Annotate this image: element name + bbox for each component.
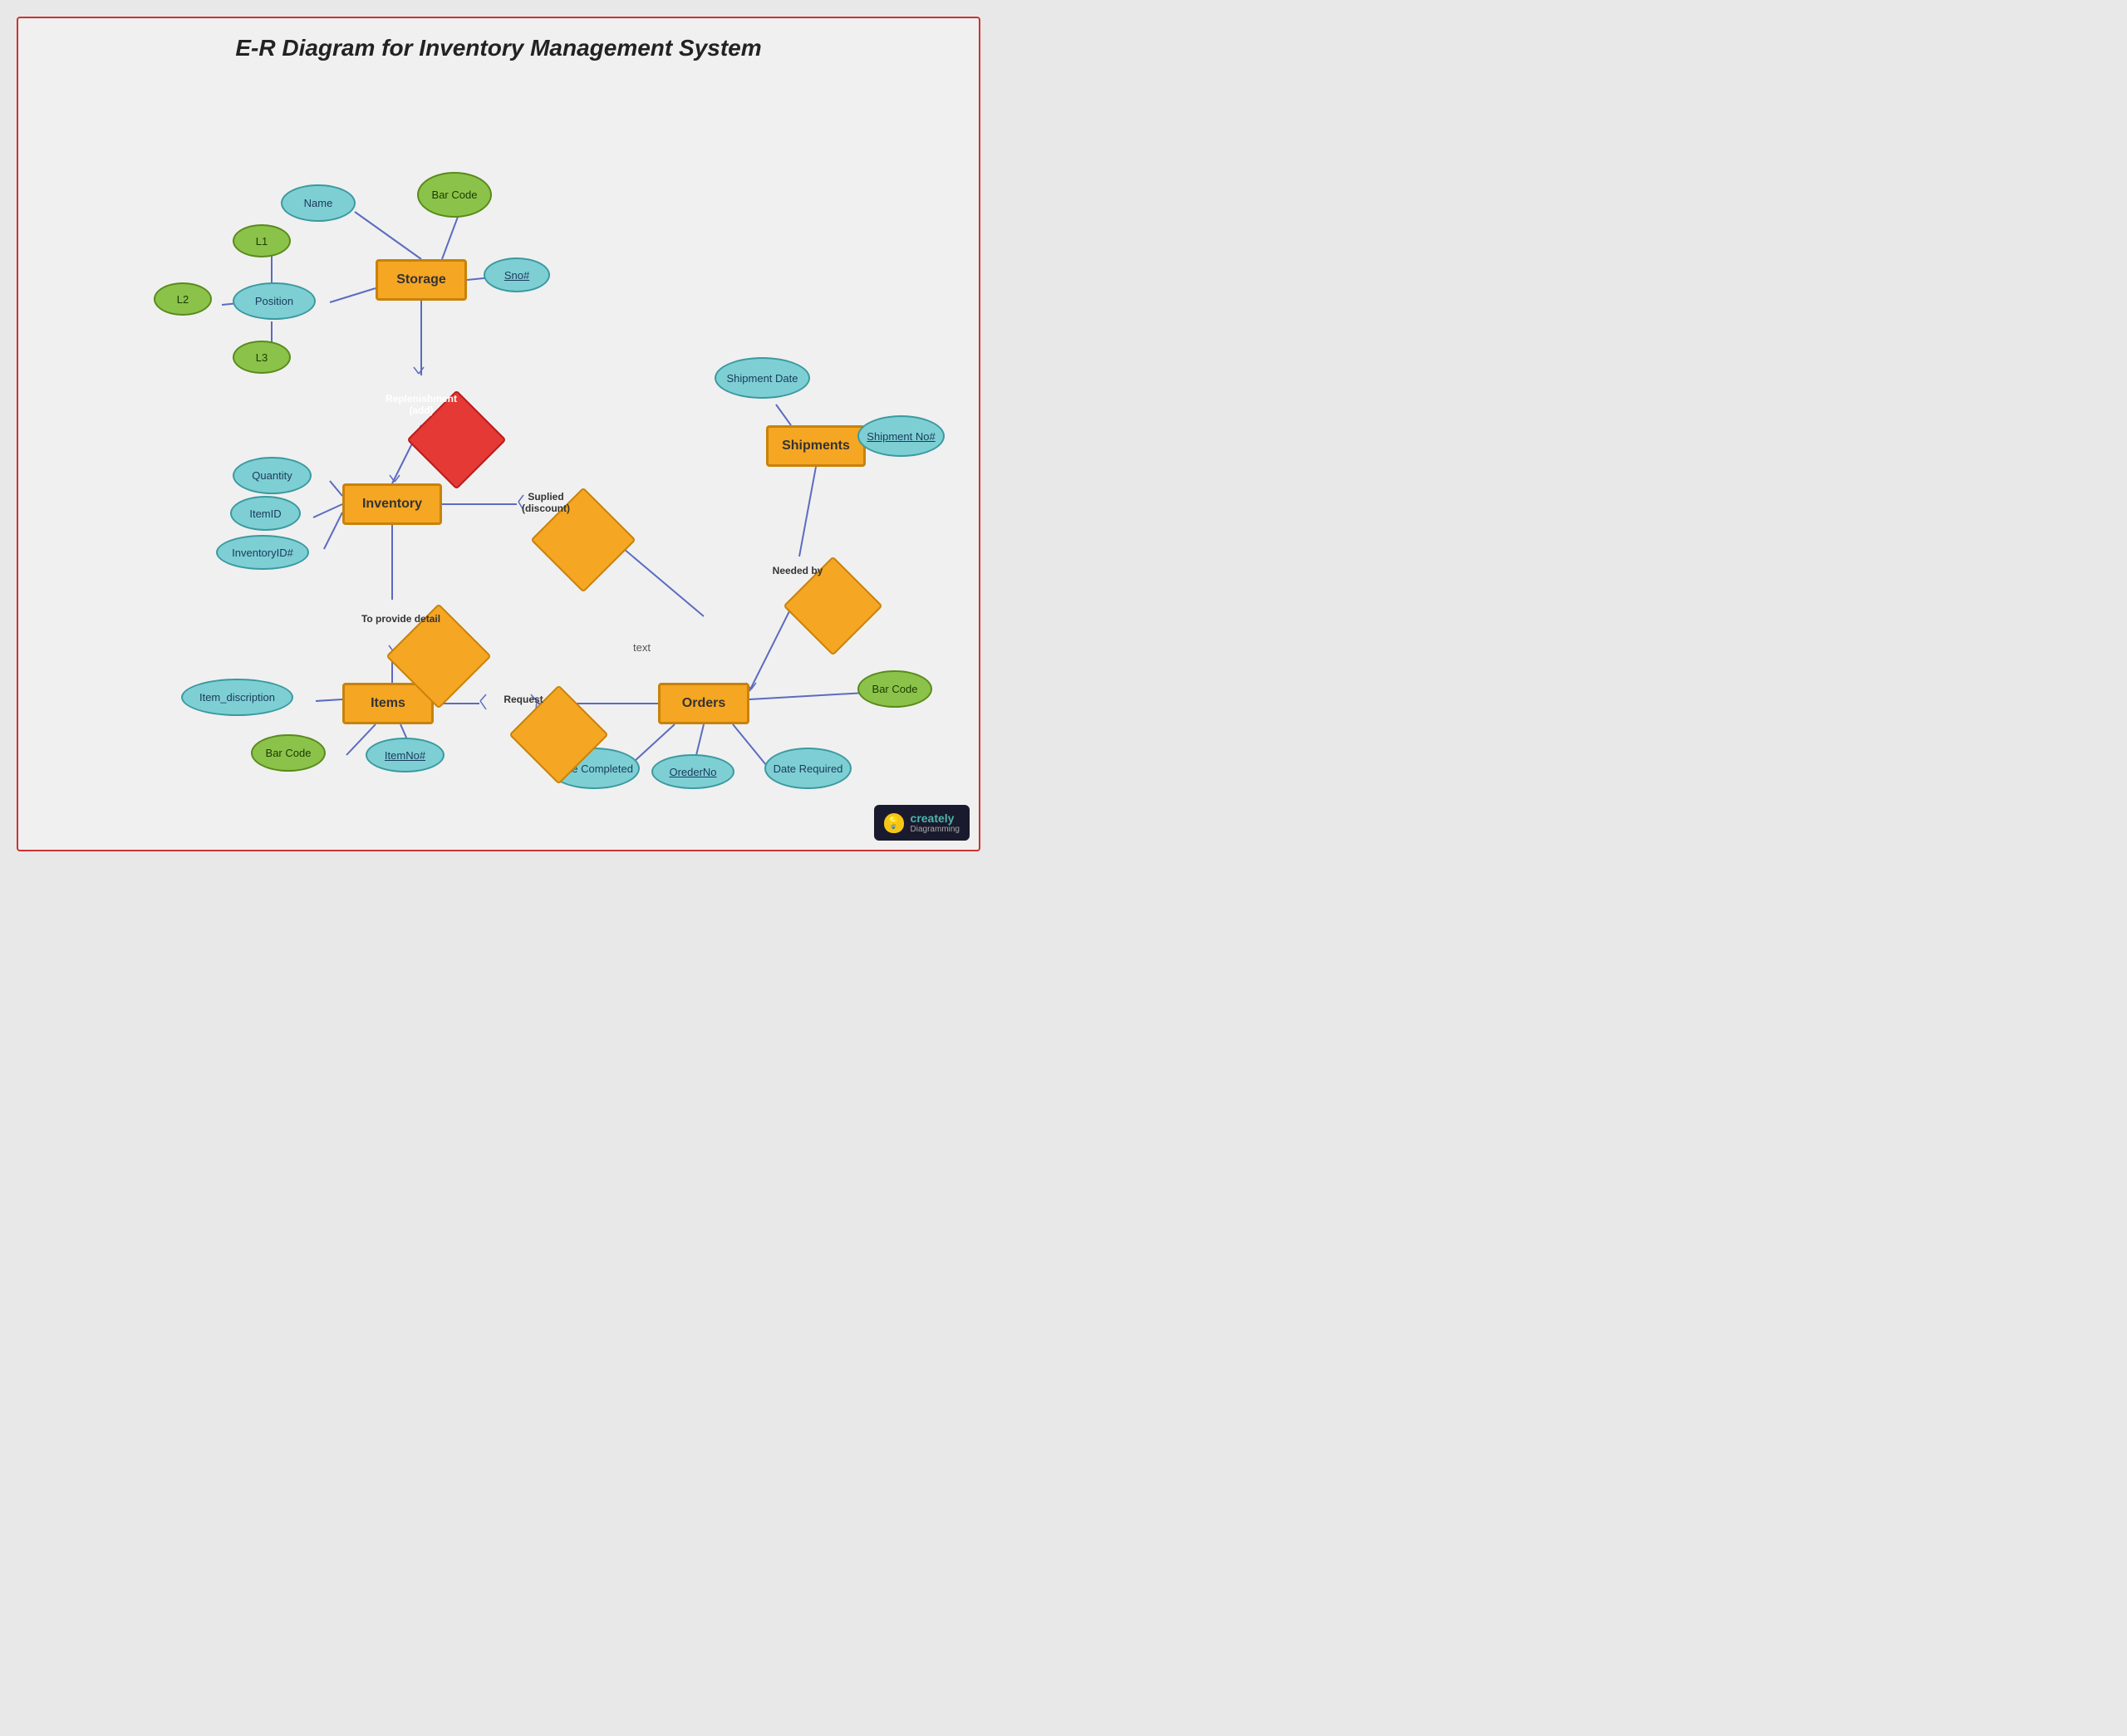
attr-barcode-items: Bar Code	[251, 734, 326, 772]
attr-sno: Sno#	[484, 257, 550, 292]
attr-itemno: ItemNo#	[366, 738, 445, 772]
entity-storage: Storage	[376, 259, 467, 301]
attr-quantity: Quantity	[233, 457, 312, 494]
entity-orders: Orders	[658, 683, 749, 724]
creately-logo: 💡 creately Diagramming	[874, 805, 970, 841]
main-container: E-R Diagram for Inventory Management Sys…	[17, 17, 980, 851]
diagram-area: Storage Inventory Items Orders Shipments…	[18, 76, 982, 849]
attr-date-required: Date Required	[764, 748, 852, 789]
attr-shipment-date: Shipment Date	[715, 357, 810, 399]
attr-barcode-storage: Bar Code	[417, 172, 492, 218]
rel-replenishment: Replenishment(add)	[367, 363, 475, 446]
attr-shipment-no: Shipment No#	[857, 415, 945, 457]
rel-needed-by: Needed by	[744, 529, 852, 612]
diagram-title: E-R Diagram for Inventory Management Sys…	[18, 18, 979, 70]
text-label-text: text	[633, 641, 651, 654]
attr-itemid: ItemID	[230, 496, 301, 531]
attr-l2: L2	[154, 282, 212, 316]
attr-item-desc: Item_discription	[181, 679, 293, 716]
attr-position: Position	[233, 282, 316, 320]
rel-supplied: Suplied(discount)	[488, 459, 604, 546]
rel-to-provide: To provide detail	[341, 575, 461, 662]
creately-bulb-icon: 💡	[884, 813, 904, 833]
entity-inventory: Inventory	[342, 483, 442, 525]
attr-inventoryid: InventoryID#	[216, 535, 309, 570]
attr-l3: L3	[233, 341, 291, 374]
attr-name: Name	[281, 184, 356, 222]
rel-request: Request	[469, 658, 577, 741]
attr-barcode-orders: Bar Code	[857, 670, 932, 708]
attr-orderno: OrederNo	[651, 754, 734, 789]
attr-l1: L1	[233, 224, 291, 257]
creately-logo-text: creately Diagramming	[911, 812, 960, 834]
entity-shipments: Shipments	[766, 425, 866, 467]
